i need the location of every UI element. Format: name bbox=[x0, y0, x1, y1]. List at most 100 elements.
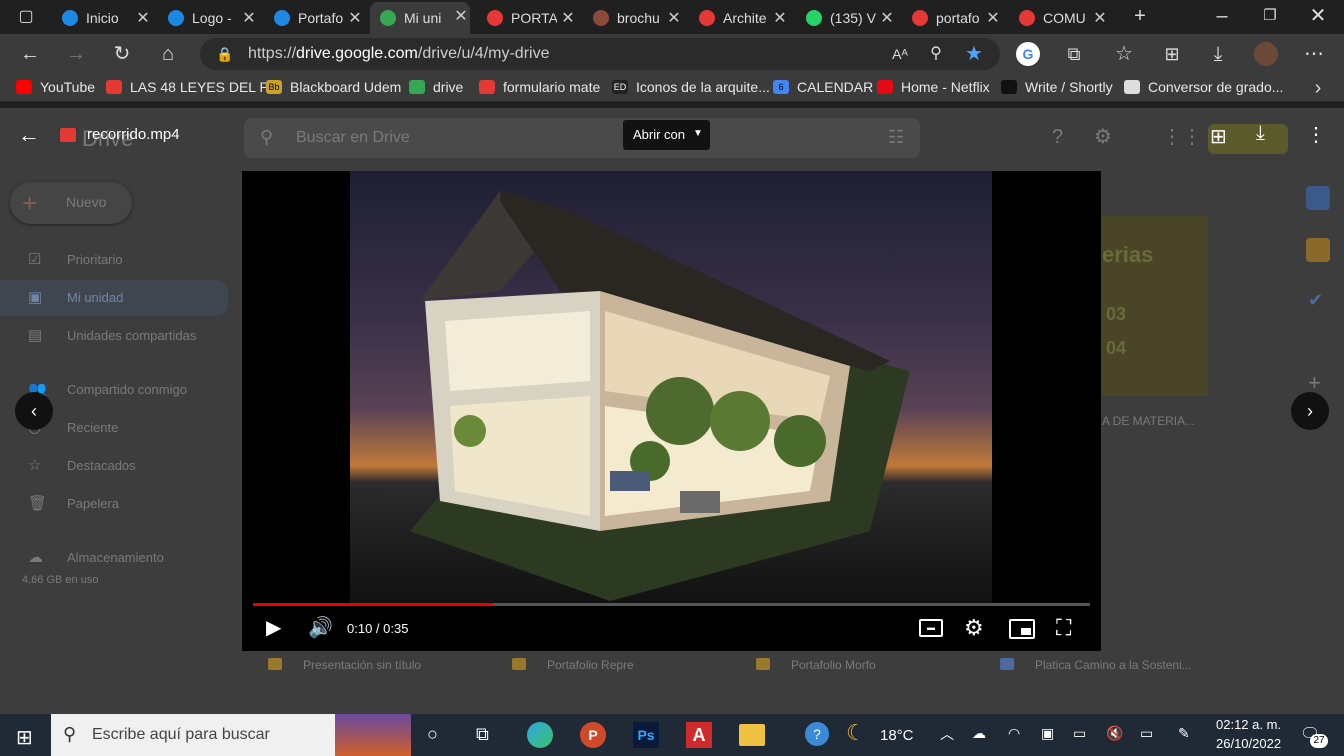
bookmark-item[interactable]: YouTube bbox=[16, 79, 95, 95]
drive-nav-item[interactable]: 🗑 Papelera bbox=[0, 492, 228, 516]
bookmark-item[interactable]: Conversor de grado... bbox=[1124, 79, 1283, 95]
progress-track[interactable] bbox=[253, 603, 1090, 606]
close-window-icon[interactable]: ✕ bbox=[1304, 2, 1332, 30]
network-icon[interactable]: ◠ bbox=[1008, 725, 1020, 742]
home-icon[interactable]: ⌂ bbox=[154, 40, 182, 68]
drive-nav-item[interactable]: ▣ Mi unidad bbox=[0, 280, 228, 316]
file-card[interactable]: Portafolio Morfo bbox=[738, 652, 968, 676]
captions-icon[interactable]: ▬ bbox=[919, 619, 943, 637]
address-bar[interactable]: 🔒 https://drive.google.com/drive/u/4/my-… bbox=[200, 38, 1000, 70]
edge-icon[interactable] bbox=[527, 722, 553, 748]
help-app-icon[interactable]: ? bbox=[805, 722, 829, 746]
browser-tab[interactable]: (135) V ✕ bbox=[796, 4, 896, 32]
drive-nav-item[interactable]: ☆ Destacados bbox=[0, 454, 228, 478]
taskbar-search-box[interactable]: ⚲ Escribe aquí para buscar bbox=[51, 714, 411, 756]
bookmark-item[interactable]: LAS 48 LEYES DEL P... bbox=[106, 79, 279, 95]
bookmark-item[interactable]: Bb Blackboard Udem bbox=[266, 79, 401, 95]
onedrive-icon[interactable]: ☁ bbox=[972, 725, 986, 742]
bookmark-item[interactable]: ED Iconos de la arquite... bbox=[612, 79, 770, 95]
settings-gear-icon[interactable]: ⚙ bbox=[964, 615, 984, 641]
cortana-icon[interactable]: ○ bbox=[427, 724, 438, 745]
profile-avatar[interactable] bbox=[1254, 42, 1278, 66]
viewer-more-icon[interactable]: ⋮ bbox=[1306, 122, 1326, 147]
new-button[interactable]: + Nuevo bbox=[10, 182, 132, 224]
calendar-side-icon[interactable] bbox=[1306, 186, 1330, 210]
close-tab-icon[interactable]: ✕ bbox=[665, 8, 683, 28]
windows-start-icon[interactable]: ⊞ bbox=[16, 725, 33, 750]
close-viewer-back-icon[interactable]: ← bbox=[18, 122, 40, 148]
file-card[interactable]: Presentación sin título bbox=[250, 652, 480, 676]
lock-icon[interactable]: 🔒 bbox=[216, 38, 233, 70]
more-menu-icon[interactable]: ⋯ bbox=[1300, 40, 1328, 68]
add-comment-icon[interactable]: ⊞ bbox=[1210, 124, 1227, 149]
favorites-icon[interactable]: ☆ bbox=[1110, 40, 1138, 68]
close-tab-icon[interactable]: ✕ bbox=[878, 8, 896, 28]
downloads-icon[interactable]: ⤓ bbox=[1204, 40, 1232, 68]
bookmark-item[interactable]: Write / Shortly bbox=[1001, 79, 1113, 95]
browser-tab[interactable]: Logo - ✕ bbox=[158, 4, 258, 32]
clock-time[interactable]: 02:12 a. m. bbox=[1216, 717, 1281, 732]
minimize-icon[interactable]: – bbox=[1208, 2, 1236, 30]
tasks-side-icon[interactable]: ✔ bbox=[1308, 290, 1323, 311]
browser-tab[interactable]: Archite ✕ bbox=[689, 4, 789, 32]
file-thumbnail[interactable]: erias 03 04 bbox=[1102, 216, 1208, 396]
browser-tab[interactable]: Portafo ✕ bbox=[264, 4, 364, 32]
refresh-icon[interactable]: ↻ bbox=[108, 40, 136, 68]
close-tab-icon[interactable]: ✕ bbox=[559, 8, 577, 28]
bookmark-item[interactable]: drive bbox=[409, 79, 463, 95]
weather-moon-icon[interactable]: ☾ bbox=[846, 720, 866, 746]
open-with-button[interactable]: Abrir con ▼ bbox=[623, 120, 710, 150]
forward-icon[interactable]: → bbox=[62, 40, 90, 68]
file-card[interactable]: Platica Camino a la Sosteni... bbox=[982, 652, 1212, 676]
pen-icon[interactable]: ✎ bbox=[1178, 725, 1190, 742]
keep-side-icon[interactable] bbox=[1306, 238, 1330, 262]
device-icon[interactable]: ▣ bbox=[1041, 725, 1054, 742]
autocad-icon[interactable]: A bbox=[686, 722, 712, 748]
volume-icon[interactable]: 🔊 bbox=[308, 615, 333, 640]
powerpoint-icon[interactable]: P bbox=[580, 722, 606, 748]
bookmark-item[interactable]: Home - Netflix bbox=[877, 79, 990, 95]
play-icon[interactable]: ▶ bbox=[266, 615, 281, 640]
download-icon[interactable]: ⤓ bbox=[1256, 122, 1265, 145]
google-translate-icon[interactable]: G bbox=[1016, 42, 1040, 66]
previous-file-button[interactable]: ‹ bbox=[15, 392, 53, 430]
browser-tab[interactable]: portafo ✕ bbox=[902, 4, 1002, 32]
close-tab-icon[interactable]: ✕ bbox=[346, 8, 364, 28]
bookmark-item[interactable]: formulario mate bbox=[479, 79, 600, 95]
next-file-button[interactable]: › bbox=[1291, 392, 1329, 430]
browser-tab[interactable]: PORTA ✕ bbox=[477, 4, 577, 32]
tab-actions-icon[interactable]: ▢ bbox=[12, 3, 40, 31]
volume-muted-icon[interactable]: 🔇 bbox=[1106, 725, 1123, 742]
drive-nav-item[interactable]: ▤ Unidades compartidas bbox=[0, 324, 228, 348]
close-tab-icon[interactable]: ✕ bbox=[134, 8, 152, 28]
collections-icon[interactable]: ⊞ bbox=[1158, 40, 1186, 68]
favorite-star-icon[interactable]: ★ bbox=[960, 40, 988, 68]
file-explorer-icon[interactable] bbox=[739, 724, 765, 746]
extensions-icon[interactable]: ⧉ bbox=[1060, 40, 1088, 68]
drive-nav-item[interactable]: ☑ Prioritario bbox=[0, 248, 228, 272]
close-tab-icon[interactable]: ✕ bbox=[240, 8, 258, 28]
bookmarks-overflow-icon[interactable]: › bbox=[1304, 74, 1332, 102]
close-tab-icon[interactable]: ✕ bbox=[452, 6, 470, 26]
browser-tab[interactable]: Inicio ✕ bbox=[52, 4, 152, 32]
close-tab-icon[interactable]: ✕ bbox=[1091, 8, 1109, 28]
browser-tab[interactable]: brochu ✕ bbox=[583, 4, 683, 32]
new-tab-button[interactable]: + bbox=[1126, 2, 1154, 30]
close-tab-icon[interactable]: ✕ bbox=[771, 8, 789, 28]
battery-icon[interactable]: ▭ bbox=[1140, 725, 1153, 742]
task-view-icon[interactable]: ⧉ bbox=[476, 724, 489, 745]
bookmark-item[interactable]: 6 CALENDAR bbox=[773, 79, 873, 95]
photoshop-icon[interactable]: Ps bbox=[633, 722, 659, 748]
file-card[interactable]: Portafolio Repre bbox=[494, 652, 724, 676]
drive-nav-item[interactable]: ☁ Almacenamiento bbox=[0, 546, 228, 570]
close-tab-icon[interactable]: ✕ bbox=[984, 8, 1002, 28]
back-icon[interactable]: ← bbox=[16, 40, 44, 68]
read-aloud-icon[interactable]: Aᴬ bbox=[886, 40, 914, 68]
browser-tab[interactable]: COMU ✕ bbox=[1009, 4, 1109, 32]
restore-icon[interactable]: ❐ bbox=[1256, 2, 1284, 30]
show-hidden-icons-icon[interactable]: ︿ bbox=[940, 724, 954, 744]
fullscreen-icon[interactable]: ⛶ bbox=[1056, 615, 1071, 641]
browser-tab[interactable]: Mi uni ✕ bbox=[370, 2, 470, 34]
zoom-icon[interactable]: ⚲ bbox=[922, 40, 950, 68]
clock-date[interactable]: 26/10/2022 bbox=[1216, 736, 1281, 751]
